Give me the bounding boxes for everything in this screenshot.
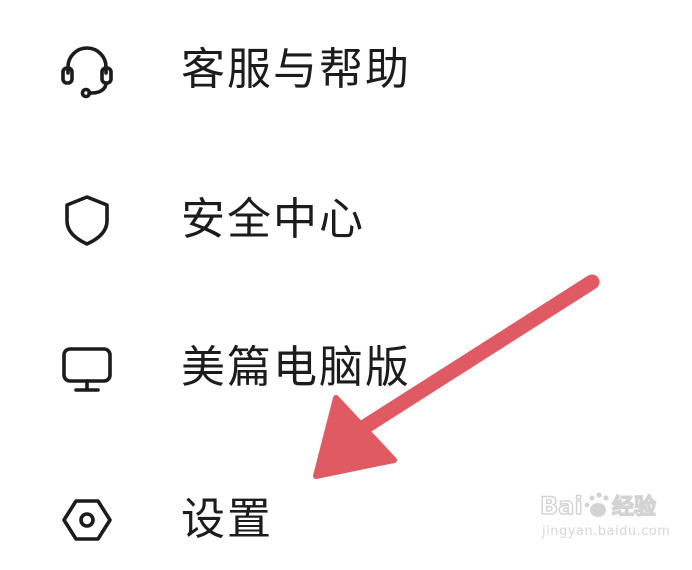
menu-item-customer-service[interactable]: 客服与帮助: [0, 20, 692, 120]
menu-item-label: 客服与帮助: [181, 44, 411, 95]
watermark-url: jingyan.baidu.com: [542, 524, 671, 539]
menu-item-label: 安全中心: [181, 194, 365, 245]
baidu-watermark: Bai 经验 jingyan.baidu.com: [540, 488, 686, 548]
headset-icon: [54, 37, 120, 103]
shield-icon: [54, 187, 120, 253]
settings-hexagon-icon: [54, 487, 120, 553]
menu-item-desktop-version[interactable]: 美篇电脑版: [0, 318, 692, 418]
svg-text:经验: 经验: [612, 494, 656, 520]
baidu-logo-icon: Bai 经验: [540, 491, 657, 520]
monitor-icon: [54, 335, 120, 401]
svg-text:Bai: Bai: [540, 492, 583, 520]
menu-item-label: 美篇电脑版: [181, 342, 411, 393]
menu-item-security-center[interactable]: 安全中心: [0, 170, 692, 270]
menu-item-label: 设置: [181, 494, 273, 545]
